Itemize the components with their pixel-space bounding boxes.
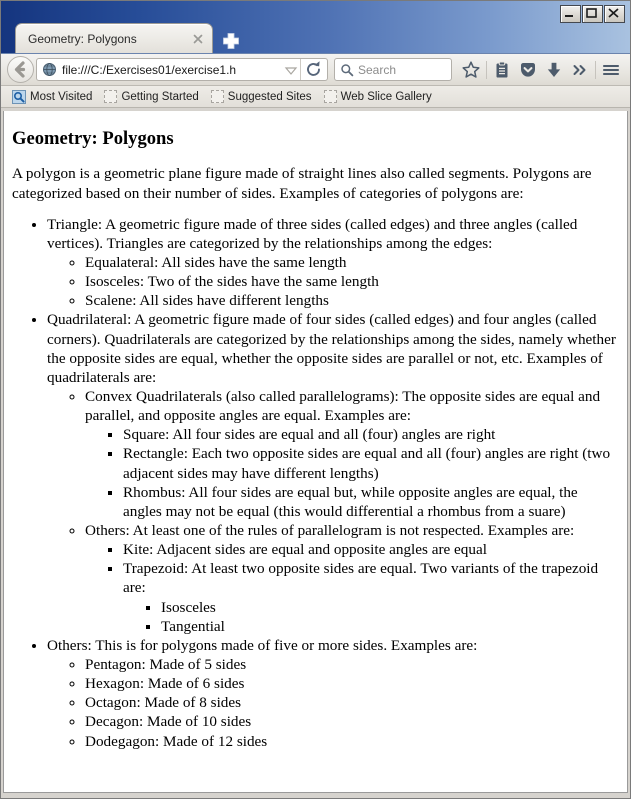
tab-strip: Geometry: Polygons: [1, 23, 630, 53]
browser-window: Geometry: Polygons file:///C:/Exercises0…: [0, 0, 631, 799]
convex-description: Convex Quadrilaterals (also called paral…: [85, 387, 601, 425]
intro-paragraph: A polygon is a geometric plane figure ma…: [12, 165, 592, 202]
list-item-others: Others: This is for polygons made of fiv…: [47, 636, 619, 751]
minimize-button[interactable]: [560, 5, 581, 23]
close-button[interactable]: [604, 5, 625, 23]
list-item-others-quadrilateral: Others: At least one of the rules of par…: [85, 521, 619, 636]
triangle-description: Triangle: A geometric figure made of thr…: [47, 215, 578, 252]
list-item-quadrilateral: Quadrilateral: A geometric figure made o…: [47, 310, 619, 635]
bookmark-label: Getting Started: [121, 90, 199, 103]
list-item: Tangential: [161, 617, 619, 636]
page-title: Geometry: Polygons: [12, 128, 174, 149]
tab-close-icon[interactable]: [190, 31, 206, 47]
list-item: Dodegagon: Made of 12 sides: [85, 732, 619, 751]
globe-icon: [42, 62, 57, 77]
bookmark-suggested-sites[interactable]: Suggested Sites: [206, 88, 317, 106]
tab-geometry-polygons[interactable]: Geometry: Polygons: [15, 23, 213, 53]
toolbar-separator-2: [595, 60, 596, 79]
maximize-button[interactable]: [582, 5, 603, 23]
url-bar[interactable]: file:///C:/Exercises01/exercise1.h: [36, 58, 328, 81]
list-item: Square: All four sides are equal and all…: [123, 425, 619, 444]
trapezoid-description: Trapezoid: At least two opposite sides a…: [123, 560, 599, 597]
url-dropdown-icon[interactable]: [282, 59, 300, 80]
others-examples-list: Pentagon: Made of 5 sides Hexagon: Made …: [47, 655, 619, 751]
list-item: Rhombus: All four sides are equal but, w…: [123, 483, 619, 521]
navigation-toolbar: file:///C:/Exercises01/exercise1.h Searc…: [1, 54, 630, 86]
list-item-trapezoid: Trapezoid: At least two opposite sides a…: [123, 559, 619, 636]
bookmark-most-visited[interactable]: Most Visited: [7, 88, 97, 106]
bookmark-web-slice-gallery[interactable]: Web Slice Gallery: [319, 88, 437, 106]
quadrilateral-description: Quadrilateral: A geometric figure made o…: [47, 311, 616, 386]
bookmark-getting-started[interactable]: Getting Started: [99, 88, 203, 106]
convex-examples-list: Square: All four sides are equal and all…: [85, 425, 619, 521]
search-icon: [340, 63, 354, 77]
new-tab-button[interactable]: [217, 27, 245, 53]
placeholder-icon: [104, 90, 118, 103]
page-viewport: Geometry: Polygons A polygon is a geomet…: [3, 111, 628, 793]
others-quadrilateral-examples-list: Kite: Adjacent sides are equal and oppos…: [85, 540, 619, 636]
pocket-icon[interactable]: [515, 57, 541, 83]
list-item: Equalateral: All sides have the same len…: [85, 253, 619, 272]
list-item: Pentagon: Made of 5 sides: [85, 655, 619, 674]
minimize-icon: [565, 15, 573, 17]
title-bar: Geometry: Polygons: [1, 1, 630, 54]
back-button[interactable]: [7, 56, 34, 83]
list-item: Hexagon: Made of 6 sides: [85, 674, 619, 693]
toolbar-separator: [486, 60, 487, 79]
placeholder-icon: [323, 90, 337, 103]
list-item: Scalene: All sides have different length…: [85, 291, 619, 310]
quadrilateral-types-list: Convex Quadrilaterals (also called paral…: [47, 387, 619, 636]
list-item: Isosceles: Two of the sides have the sam…: [85, 272, 619, 291]
back-arrow-icon: [14, 61, 26, 78]
tab-title: Geometry: Polygons: [28, 31, 137, 46]
reload-button[interactable]: [300, 59, 327, 80]
reload-icon: [307, 61, 320, 76]
placeholder-icon: [210, 90, 224, 103]
page-content: Geometry: Polygons A polygon is a geomet…: [4, 111, 627, 759]
bookmarks-bar: Most Visited Getting Started Suggested S…: [1, 86, 630, 108]
search-placeholder: Search: [358, 62, 397, 77]
trapezoid-variants-list: Isosceles Tangential: [123, 598, 619, 636]
downloads-icon[interactable]: [541, 57, 567, 83]
others-description: Others: This is for polygons made of fiv…: [47, 636, 478, 654]
maximize-icon: [586, 8, 597, 18]
reading-list-icon[interactable]: [489, 57, 515, 83]
url-text: file:///C:/Exercises01/exercise1.h: [62, 62, 237, 77]
list-item: Rectangle: Each two opposite sides are e…: [123, 444, 619, 482]
list-item: Kite: Adjacent sides are equal and oppos…: [123, 540, 619, 559]
chevron-down-icon: [284, 67, 298, 75]
bookmark-label: Suggested Sites: [227, 90, 312, 103]
list-item-triangle: Triangle: A geometric figure made of thr…: [47, 215, 619, 311]
most-visited-icon: [12, 89, 26, 104]
close-icon: [608, 8, 619, 18]
overflow-chevrons-icon[interactable]: [567, 57, 593, 83]
bookmark-label: Web Slice Gallery: [340, 90, 432, 103]
bookmark-star-icon[interactable]: [458, 57, 484, 83]
plus-icon: [223, 33, 239, 49]
list-item-convex-quadrilaterals: Convex Quadrilaterals (also called paral…: [85, 387, 619, 521]
list-item: Decagon: Made of 10 sides: [85, 712, 619, 731]
triangle-types-list: Equalateral: All sides have the same len…: [47, 253, 619, 310]
menu-hamburger-icon[interactable]: [598, 57, 624, 83]
polygon-categories-list: Triangle: A geometric figure made of thr…: [12, 215, 619, 751]
search-input[interactable]: Search: [334, 58, 452, 81]
bookmark-label: Most Visited: [30, 90, 93, 103]
list-item: Isosceles: [161, 598, 619, 617]
window-controls: [560, 5, 625, 23]
list-item: Octagon: Made of 8 sides: [85, 693, 619, 712]
others-quadrilateral-description: Others: At least one of the rules of par…: [85, 521, 575, 539]
